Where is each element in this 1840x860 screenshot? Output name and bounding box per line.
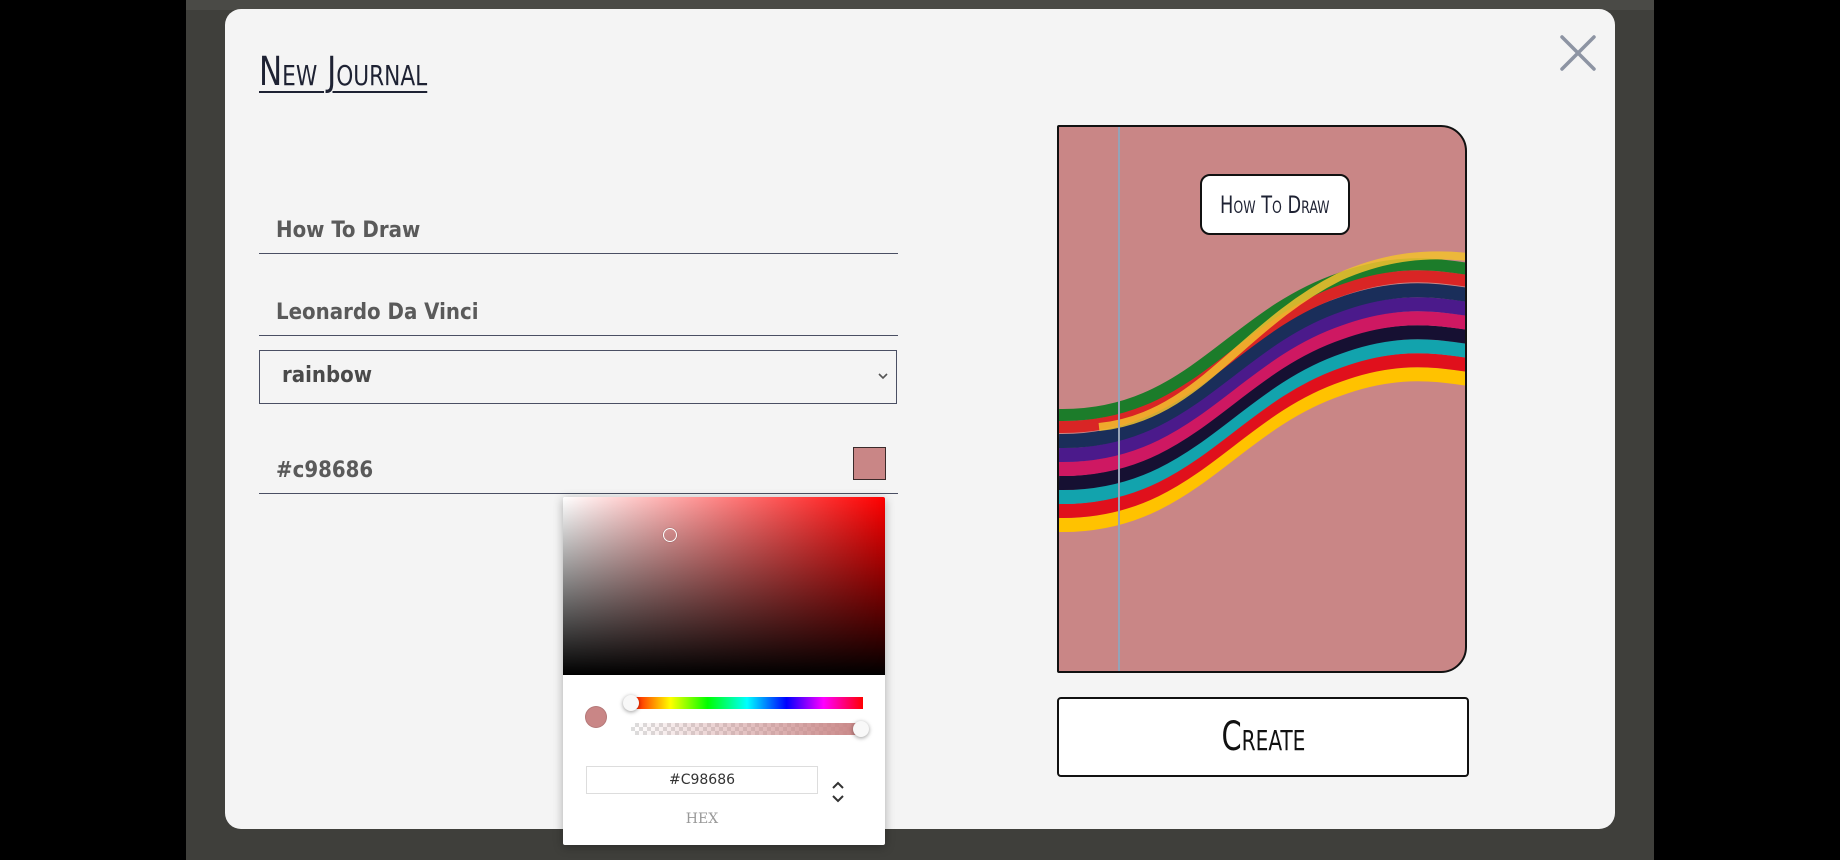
journal-spine-line [1118,127,1120,671]
color-swatch-button[interactable] [853,447,886,480]
saturation-area[interactable] [563,497,885,675]
color-picker-popup: HEX [563,497,885,845]
hue-slider-knob[interactable] [623,695,639,711]
journal-title-label: How To Draw [1200,174,1350,235]
journal-cover-preview: How To Draw [1057,125,1467,673]
close-icon [1560,35,1596,71]
color-mode-toggle[interactable] [828,777,848,807]
hex-input[interactable] [586,766,818,794]
color-input[interactable] [259,435,898,493]
hue-slider[interactable] [623,695,863,711]
new-journal-modal: New Journal rainbow [225,9,1615,829]
create-button[interactable]: Create [1057,697,1469,777]
pattern-select[interactable]: rainbow [259,350,897,404]
hex-mode-label: HEX [685,811,719,827]
color-preview-dot [585,706,607,728]
alpha-gradient [631,723,863,735]
create-button-label: Create [1221,714,1305,760]
journal-title-text: How To Draw [1220,191,1330,219]
title-field [259,195,898,254]
modal-title: New Journal [259,49,428,95]
alpha-slider[interactable] [631,721,869,737]
author-input[interactable] [259,277,898,335]
title-input[interactable] [259,195,898,253]
alpha-slider-knob[interactable] [853,721,869,737]
close-button[interactable] [1552,27,1604,79]
chevron-down-icon [878,373,888,380]
color-field [259,435,898,494]
up-down-chevron-icon [832,781,844,803]
saturation-handle[interactable] [663,527,678,542]
author-field [259,277,898,336]
pattern-select-value: rainbow [282,363,373,388]
